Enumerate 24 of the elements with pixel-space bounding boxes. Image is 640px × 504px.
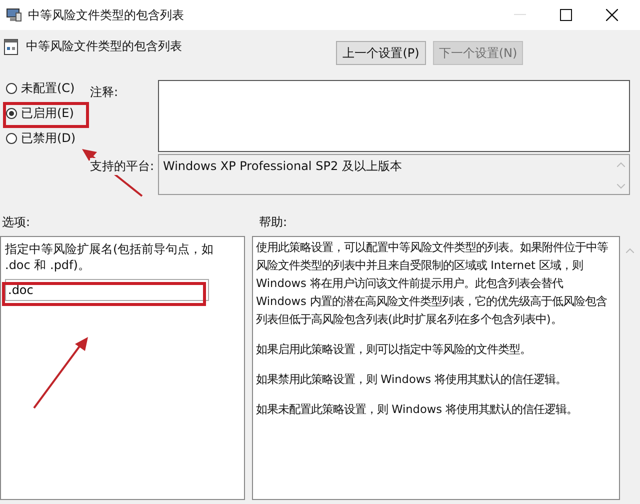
computer-icon [6,8,22,22]
help-label: 帮助: [259,214,288,231]
comment-field[interactable] [158,80,630,152]
options-description: 指定中等风险扩展名(包括前导句点，如 .doc 和 .pdf)。 [5,241,215,273]
maximize-icon[interactable] [560,9,572,21]
platform-label: 支持的平台: [90,158,154,175]
platform-text: Windows XP Professional SP2 及以上版本 [163,158,402,175]
help-paragraph: 如果禁用此策略设置，则 Windows 将使用其默认的信任逻辑。 [256,372,568,388]
radio-option[interactable]: 已启用(E) [6,105,90,122]
help-paragraph: 使用此策略设置，可以配置中等风险文件类型的列表。如果附件位于中等风险文件类型的列表中并且来自受限制的区域或 Internet 区域，则 Windows 将在用户访问该文件前提示用户。此包含列表会替代 Windows 内置的潜在高风险文件类型列表，它的优先级高于低风险包含列表但低于高风险包含列表(此时扩展名列在多个包含列表中)。 [256,240,609,328]
scroll-up-icon[interactable] [626,248,634,253]
scroll-up-icon[interactable] [617,162,625,167]
radio-option[interactable]: 已禁用(D) [6,130,90,147]
help-paragraph: 如果启用此策略设置，则可以指定中等风险的文件类型。 [256,342,532,358]
help-paragraph: 如果未配置此策略设置，则 Windows 将使用其默认的信任逻辑。 [256,402,579,418]
radio-option[interactable]: 未配置(C) [6,80,90,97]
policy-title: 中等风险文件类型的包含列表 [26,38,183,55]
close-icon[interactable] [606,9,618,21]
options-label: 选项: [1,214,32,231]
window-title: 中等风险文件类型的包含列表 [28,6,185,24]
policy-icon [4,39,18,55]
minimize-icon[interactable] [514,14,526,16]
scroll-down-icon[interactable] [617,184,625,189]
nav-button[interactable]: 上一个设置(P) [336,41,426,65]
